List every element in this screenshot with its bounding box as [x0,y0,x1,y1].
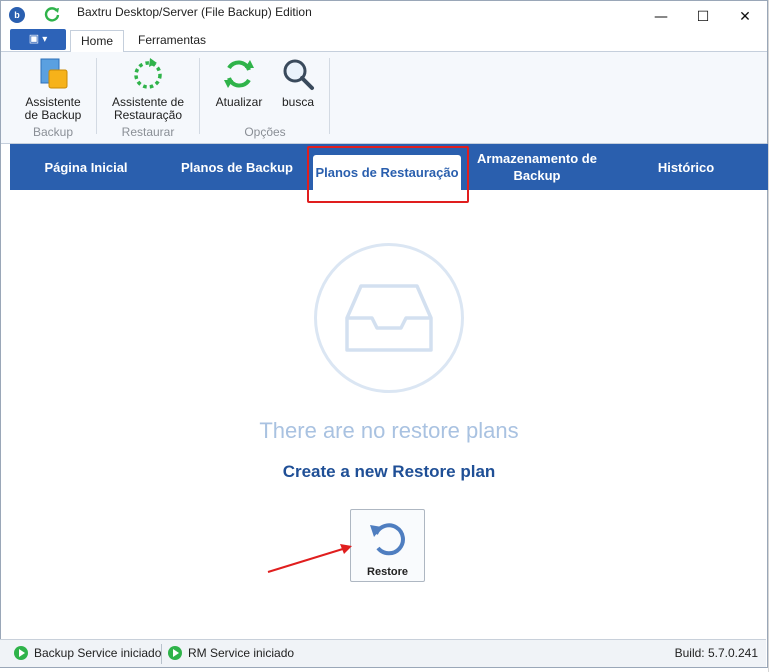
nav-armazenamento-de-backup[interactable]: Armazenamento de Backup [468,144,606,190]
empty-inbox-icon [314,243,464,393]
background-window-edge [768,0,778,672]
app-menu-icon: ▣ [28,33,43,45]
refresh-icon [221,56,257,92]
search-label: busca [281,95,315,109]
refresh-button[interactable]: Atualizar [209,56,269,109]
status-separator [161,644,162,664]
group-label-options: Opções [244,125,286,139]
maximize-button[interactable]: ☐ [683,7,723,27]
build-version: Build: 5.7.0.241 [674,646,758,660]
annotation-arrow [267,544,352,573]
play-status-icon [14,646,28,660]
backup-wizard-button[interactable]: Assistente de Backup [19,56,87,122]
tab-home[interactable]: Home [70,30,125,53]
backup-wizard-label: Assistente de Backup [24,95,82,122]
title-bar: b Baxtru Desktop/Server (File Backup) Ed… [1,1,767,28]
rm-service-text: RM Service iniciado [188,646,295,660]
group-label-restore: Restaurar [121,125,175,139]
ribbon-panel: Assistente de Backup Backup Assistente d… [1,52,767,144]
refresh-label: Atualizar [215,95,263,109]
quick-access-refresh-icon[interactable] [43,5,61,23]
ribbon-separator [199,58,200,134]
nav-planos-de-backup[interactable]: Planos de Backup [162,144,312,190]
play-status-icon [168,646,182,660]
nav-pagina-inicial[interactable]: Página Inicial [10,144,162,190]
restore-button-label: Restore [367,566,408,578]
restore-arrow-icon [370,523,405,556]
nav-historico[interactable]: Histórico [610,144,762,190]
search-icon [280,56,316,92]
restore-wizard-icon [130,56,166,92]
group-label-backup: Backup [32,125,74,139]
restore-wizard-label: Assistente de Restauração [111,95,185,122]
ribbon-separator [329,58,330,134]
ribbon-tab-bar: ▣ ▾ Home Ferramentas [1,28,767,53]
restore-wizard-button[interactable]: Assistente de Restauração [107,56,189,122]
ribbon-separator [96,58,97,134]
minimize-button[interactable]: — [641,7,681,27]
annotation-highlight-box [307,146,469,203]
window-title: Baxtru Desktop/Server (File Backup) Edit… [77,5,312,19]
restore-button[interactable]: Restore [350,509,425,582]
create-restore-plan-link[interactable]: Create a new Restore plan [0,462,778,482]
app-menu-button[interactable]: ▣ ▾ [10,29,66,50]
backup-service-status: Backup Service iniciado [14,646,161,660]
rm-service-status: RM Service iniciado [168,646,294,660]
search-button[interactable]: busca [275,56,321,109]
empty-state-message: There are no restore plans [259,418,519,443]
status-bar: Backup Service iniciado RM Service inici… [0,639,766,667]
app-logo-icon: b [9,7,25,23]
backup-wizard-icon [35,56,71,92]
backup-service-text: Backup Service iniciado [34,646,162,660]
tab-ferramentas[interactable]: Ferramentas [128,30,216,53]
close-button[interactable]: ✕ [725,7,765,27]
